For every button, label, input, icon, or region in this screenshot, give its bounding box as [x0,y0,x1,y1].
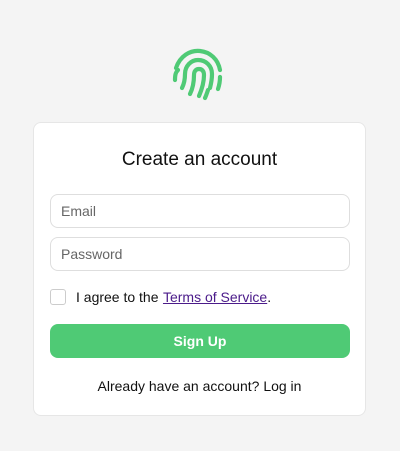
sign-up-button[interactable]: Sign Up [50,324,350,358]
email-input[interactable] [50,194,350,228]
password-input[interactable] [50,237,350,271]
login-prompt-row: Already have an account? Log in [34,378,365,394]
fingerprint-icon [168,44,228,104]
log-in-link[interactable]: Log in [263,378,301,394]
agree-prefix-text: I agree to the [76,289,159,305]
terms-of-service-link[interactable]: Terms of Service [163,289,267,305]
terms-agreement-row: I agree to the Terms of Service. [50,288,271,306]
terms-checkbox[interactable] [50,289,66,305]
form-title: Create an account [121,149,278,170]
agree-suffix-text: . [267,289,272,305]
login-prompt-text: Already have an account? [97,378,264,394]
signup-card: Create an account I agree to the Terms o… [33,122,366,416]
